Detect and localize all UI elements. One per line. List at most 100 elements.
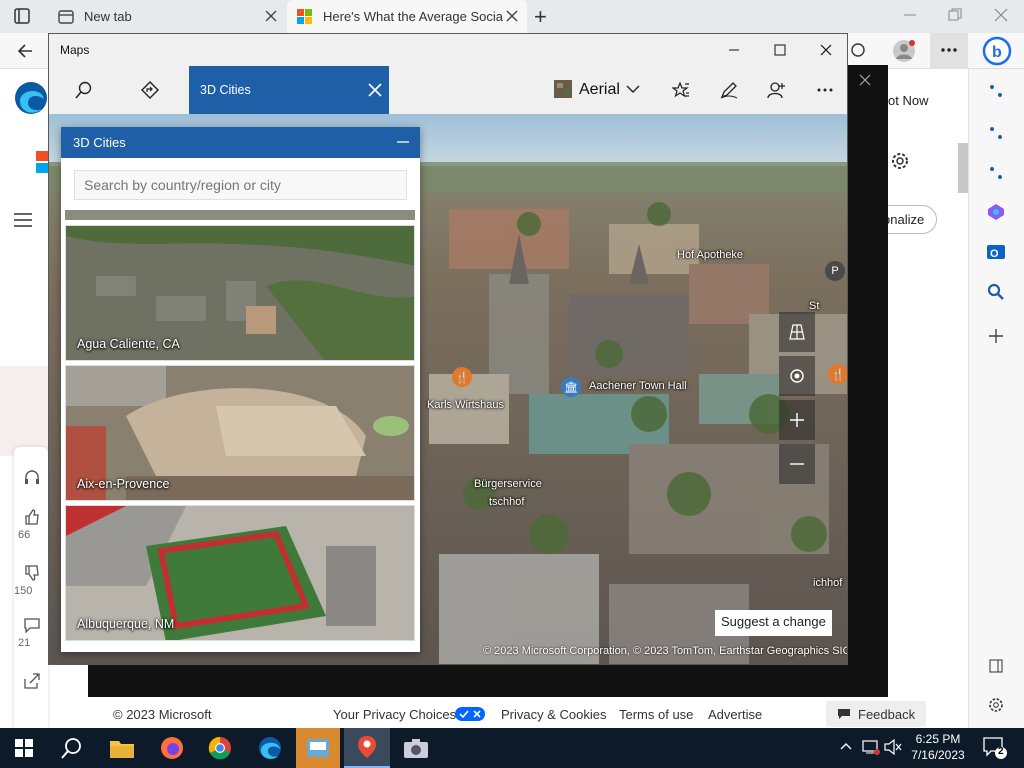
maps-app-icon[interactable]	[344, 728, 390, 768]
sidebar-settings-icon[interactable]	[988, 697, 1004, 713]
more-options-icon[interactable]	[817, 88, 833, 92]
clock-time: 6:25 PM	[915, 732, 961, 746]
ms-brand-squares	[36, 151, 48, 173]
my-location-icon[interactable]	[779, 356, 815, 396]
extension-icon[interactable]	[848, 41, 868, 59]
sidebar-discover-icon[interactable]	[988, 165, 1004, 181]
volume-muted-icon[interactable]	[884, 739, 902, 755]
tab-actions-icon[interactable]	[14, 8, 30, 24]
restaurant-poi-icon[interactable]: 🍴	[828, 364, 847, 384]
maximize-icon[interactable]	[774, 44, 786, 56]
map-label-karls[interactable]: Karls Wirtshaus	[427, 399, 504, 411]
maps-title-bar: Maps	[49, 34, 847, 66]
hamburger-menu-icon[interactable]	[14, 213, 32, 227]
edge-icon[interactable]	[250, 732, 290, 764]
dislike-icon[interactable]	[24, 565, 40, 581]
page-scrollbar-thumb[interactable]	[958, 143, 968, 193]
browser-tab-new-tab[interactable]: New tab	[48, 0, 286, 33]
like-count: 66	[18, 529, 31, 541]
sidebar-copilot-icon[interactable]	[987, 203, 1005, 221]
directions-icon[interactable]	[141, 81, 159, 99]
feedback-button[interactable]: Feedback	[826, 701, 926, 727]
footer-terms[interactable]: Terms of use	[619, 707, 693, 722]
restaurant-poi-icon[interactable]: 🍴	[452, 367, 472, 387]
close-tab-icon[interactable]	[505, 9, 519, 23]
3d-cities-panel: 3D Cities Agua Caliente, CA	[61, 127, 420, 652]
windows-start-icon[interactable]	[4, 732, 44, 764]
notifications-icon[interactable]: 2	[983, 737, 1007, 759]
map-label-town-hall[interactable]: Aachener Town Hall	[589, 380, 687, 392]
browser-tab-article[interactable]: Here's What the Average Social S	[287, 0, 527, 33]
close-icon[interactable]	[368, 83, 382, 97]
close-icon[interactable]	[994, 8, 1008, 22]
like-icon[interactable]	[24, 509, 40, 525]
city-tile-partial[interactable]	[65, 210, 415, 220]
clock[interactable]: 6:25 PM 7/16/2023	[908, 731, 968, 763]
settings-gear-icon[interactable]	[889, 150, 911, 172]
settings-more-button[interactable]	[930, 33, 968, 69]
headphones-icon[interactable]	[24, 469, 40, 485]
profile-avatar[interactable]	[892, 39, 916, 63]
chevron-up-icon[interactable]	[840, 742, 852, 750]
share-icon[interactable]	[24, 673, 40, 689]
close-tab-icon[interactable]	[264, 9, 278, 23]
maps-app-window: Maps 3D Cities Aerial Hof Apotheke St 🏛 …	[48, 33, 848, 665]
minimize-icon[interactable]	[903, 8, 917, 22]
map-label-buergerservice[interactable]: Bürgerservice	[474, 478, 542, 490]
collapse-panel-icon[interactable]	[397, 141, 409, 143]
footer-privacy-choices[interactable]: Your Privacy Choices	[333, 707, 456, 722]
comment-icon[interactable]	[24, 617, 40, 633]
search-icon[interactable]	[52, 732, 92, 764]
close-icon[interactable]	[859, 74, 871, 86]
chrome-icon[interactable]	[200, 732, 240, 764]
map-attribution: © 2023 Microsoft Corporation, © 2023 Tom…	[483, 645, 848, 657]
network-icon[interactable]	[862, 739, 880, 755]
city-name: Albuquerque, NM	[77, 617, 175, 631]
ink-pen-icon[interactable]	[720, 81, 738, 99]
tab-title: New tab	[84, 9, 132, 24]
chevron-down-icon[interactable]	[626, 85, 640, 93]
edge-logo-icon	[14, 81, 48, 115]
city-search-input[interactable]	[74, 170, 407, 200]
map-label-st: St	[809, 300, 820, 312]
zoom-out-icon[interactable]	[779, 444, 815, 484]
view-mode-label[interactable]: Aerial	[579, 81, 620, 99]
sidebar-discover-icon[interactable]	[988, 125, 1004, 141]
back-arrow-icon[interactable]	[16, 42, 34, 60]
sidebar-discover-icon[interactable]	[988, 83, 1004, 99]
parking-poi-icon[interactable]: P	[825, 261, 845, 281]
city-name: Agua Caliente, CA	[77, 337, 180, 351]
tilt-grid-icon[interactable]	[779, 312, 815, 352]
city-tile-albuquerque[interactable]: Albuquerque, NM	[65, 505, 415, 641]
sidebar-add-icon[interactable]	[988, 328, 1004, 344]
minimize-icon[interactable]	[728, 44, 740, 56]
firefox-icon[interactable]	[152, 732, 192, 764]
popup-backdrop	[88, 665, 888, 697]
panel-title: 3D Cities	[73, 135, 126, 150]
new-tab-button[interactable]: +	[534, 4, 547, 30]
sidebar-layout-icon[interactable]	[989, 659, 1003, 673]
map-label-hof-apotheke[interactable]: Hof Apotheke	[677, 249, 743, 261]
sidebar-outlook-icon[interactable]: O	[987, 243, 1005, 261]
city-tile-aix-en-provence[interactable]: Aix-en-Provence	[65, 365, 415, 501]
map-label-ichhof: ichhof	[813, 577, 843, 589]
zoom-in-icon[interactable]	[779, 400, 815, 440]
sidebar-search-icon[interactable]	[987, 283, 1005, 301]
not-now-button[interactable]: ot Now	[888, 93, 968, 108]
control-panel-icon[interactable]	[296, 728, 340, 768]
camera-icon[interactable]	[396, 732, 436, 764]
bing-chat-icon[interactable]: b	[982, 36, 1012, 66]
suggest-change-button[interactable]: Suggest a change	[715, 610, 832, 636]
restore-icon[interactable]	[948, 8, 962, 22]
search-icon[interactable]	[75, 81, 93, 99]
city-tile-agua-caliente[interactable]: Agua Caliente, CA	[65, 225, 415, 361]
tab-3d-cities[interactable]: 3D Cities	[189, 66, 389, 114]
footer-advertise[interactable]: Advertise	[708, 707, 762, 722]
footer-privacy-cookies[interactable]: Privacy & Cookies	[501, 707, 606, 722]
landmark-poi-icon[interactable]: 🏛	[561, 377, 581, 397]
favorites-icon[interactable]	[672, 81, 690, 99]
file-explorer-icon[interactable]	[102, 732, 142, 764]
close-icon[interactable]	[820, 44, 832, 56]
notification-count: 2	[998, 746, 1004, 757]
account-icon[interactable]	[767, 81, 785, 99]
